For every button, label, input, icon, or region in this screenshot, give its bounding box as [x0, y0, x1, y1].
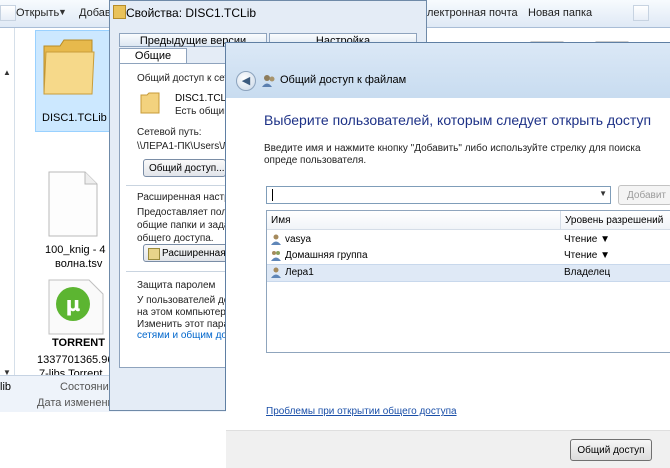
window-header: ◀ Общий доступ к файлам: [226, 43, 670, 98]
modified-label: Дата изменени: [37, 397, 114, 409]
email-button[interactable]: лектронная почта: [427, 7, 518, 19]
users-icon: [262, 75, 275, 87]
back-button[interactable]: ◀: [236, 71, 256, 91]
sharing-content: Выберите пользователей, которым следует …: [226, 98, 670, 468]
user-name: vasya: [285, 234, 312, 245]
page-title: Выберите пользователей, которым следует …: [264, 112, 652, 128]
network-path-label: Сетевой путь:: [137, 127, 202, 138]
file-sharing-window: ◀ Общий доступ к файлам Выберите пользов…: [225, 42, 670, 468]
text-caret: [272, 189, 273, 201]
new-folder-button[interactable]: Новая папка: [528, 7, 592, 19]
permission-value: Владелец: [564, 267, 611, 278]
share-button[interactable]: Общий доступ...: [143, 159, 226, 177]
utorrent-icon: µ: [48, 279, 104, 335]
document-icon: [48, 171, 98, 237]
folder-icon: [140, 92, 160, 114]
dialog-footer: Общий доступ: [226, 430, 670, 468]
folder-icon: [43, 39, 95, 95]
table-row[interactable]: Лера1 Владелец: [267, 264, 670, 282]
folder-icon: [113, 5, 126, 19]
homegroup-icon: [271, 251, 281, 261]
user-icon: [271, 267, 281, 278]
password-text: на этом компьютере: [137, 307, 232, 318]
view-options-icon[interactable]: [633, 5, 649, 21]
users-table: Имя Уровень разрешений vasya Чтение ▼ До…: [266, 210, 670, 353]
table-row[interactable]: Домашняя группа Чтение ▼: [267, 248, 670, 264]
instruction-text: Введите имя и нажмите кнопку "Добавить" …: [264, 143, 641, 166]
advanced-text: общего доступа.: [137, 233, 214, 244]
table-row[interactable]: vasya Чтение ▼: [267, 232, 670, 248]
file-name[interactable]: DISC1.TCLib: [42, 112, 107, 124]
dialog-title: Свойства: DISC1.TCLib: [126, 6, 257, 20]
add-button[interactable]: Добавит: [618, 185, 670, 205]
user-name: Домашняя группа: [285, 250, 368, 261]
open-button[interactable]: Открыть: [16, 7, 59, 19]
selected-item-name: lib: [0, 381, 12, 393]
network-center-link[interactable]: сетями и общим дос: [137, 330, 232, 341]
password-text: Изменить этот парам: [137, 319, 236, 330]
advanced-text: Предоставляет польз: [137, 207, 237, 218]
chevron-down-icon[interactable]: ▼: [58, 7, 67, 17]
share-confirm-button[interactable]: Общий доступ: [570, 439, 652, 461]
arrow-left-icon: ◀: [241, 75, 251, 87]
password-section-title: Защита паролем: [137, 280, 216, 291]
network-path: \\ЛЕРА1-ПК\Users\Л: [137, 141, 229, 152]
add-to-library-button[interactable]: Добав: [79, 7, 111, 19]
user-icon: [271, 234, 281, 245]
open-icon: [0, 5, 16, 21]
advanced-text: общие папки и задае: [137, 220, 236, 231]
navigation-pane: ▲ ▼: [0, 28, 15, 383]
sharing-troubleshoot-link[interactable]: Проблемы при открытии общего доступа: [266, 406, 457, 417]
permission-dropdown[interactable]: Чтение ▼: [564, 232, 610, 248]
tab-sharing[interactable]: Общие: [119, 48, 187, 64]
shield-icon: [148, 248, 160, 260]
svg-text:µ: µ: [66, 292, 81, 316]
file-name-line2: волна.tsv: [55, 258, 103, 270]
state-label: Состояние: [60, 381, 115, 393]
chevron-down-icon[interactable]: ▼: [599, 189, 607, 198]
column-header-permission[interactable]: Уровень разрешений: [560, 211, 670, 230]
window-title: Общий доступ к файлам: [280, 74, 407, 86]
file-name[interactable]: TORRENT: [52, 337, 105, 349]
user-name: Лера1: [285, 267, 314, 278]
column-header-name[interactable]: Имя: [267, 211, 560, 230]
file-name[interactable]: 100_knig - 4: [45, 244, 106, 256]
password-text: У пользователей дол: [137, 295, 235, 306]
permission-dropdown[interactable]: Чтение ▼: [564, 248, 610, 264]
user-name-input[interactable]: ▼: [266, 186, 611, 204]
chevron-up-icon[interactable]: ▲: [3, 68, 11, 77]
